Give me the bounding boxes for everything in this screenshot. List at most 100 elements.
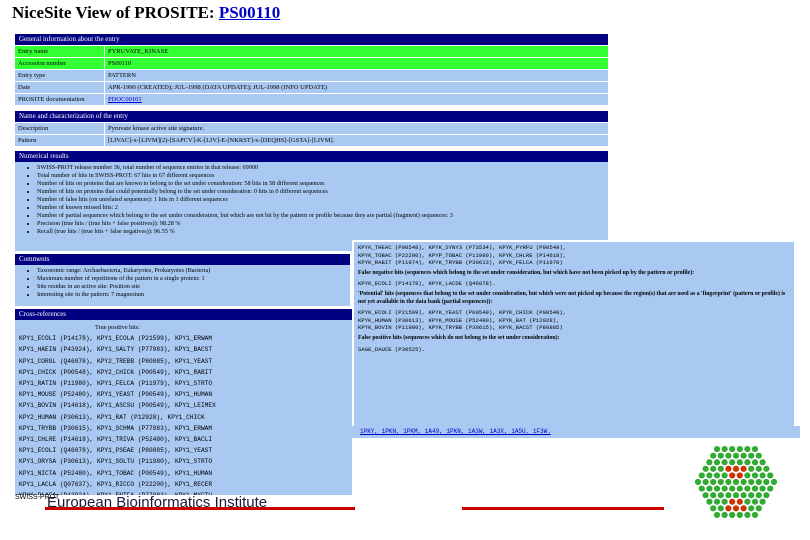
false-negative-label: False negative hits (sequences which bel… xyxy=(358,269,695,276)
logo-dot xyxy=(706,472,713,479)
sequence-row[interactable]: KPY1_CHICK (P00548), KPY2_CHICK (P00549)… xyxy=(19,367,348,378)
name-section: Name and characterization of the entry D… xyxy=(15,111,608,146)
true-positive-label: True positive hits: xyxy=(95,324,140,331)
logo-dot xyxy=(751,498,759,505)
pdb-links[interactable]: 1PKY, 1PKN, 1PKM, 1A49, 1PKN, 1A3W, 1A3X… xyxy=(360,428,551,435)
field-value: APR-1990 (CREATED); JUL-1998 (DATA UPDAT… xyxy=(104,82,608,93)
numerical-result-item: SWISS-PROT release number 36, total numb… xyxy=(37,164,604,172)
footer-rule-left xyxy=(45,507,355,510)
logo-dot xyxy=(744,511,751,519)
sequence-row[interactable]: SAGE_DAUCE (P30525). xyxy=(358,346,790,354)
comments-header: Comments xyxy=(15,254,350,265)
field-label: Date xyxy=(15,82,104,93)
sequence-row[interactable]: KPY1_RATIN (P11980), KPY1_FELCA (P11979)… xyxy=(19,378,348,389)
logo-dot xyxy=(770,478,778,486)
logo-dot xyxy=(725,465,732,472)
entry-id-link[interactable]: PS00110 xyxy=(219,3,280,22)
documentation-link[interactable]: PDOC00101 xyxy=(108,96,142,103)
field-value: PATTERN xyxy=(104,70,608,81)
logo-dot xyxy=(767,472,774,479)
logo-dot xyxy=(755,465,762,472)
field-label: Entry type xyxy=(15,70,104,81)
field-value: [LIVAC]-x-[LIVM](2)-[SAPCV]-K-[LIV]-E-[N… xyxy=(104,135,608,146)
logo-dot xyxy=(706,485,713,492)
logo-dot xyxy=(710,505,717,512)
field-value: PYRUVATE_KINASE xyxy=(104,46,608,57)
sequence-row[interactable]: KPY1_LACLA (Q07637), KPY1_RICCO (P22200)… xyxy=(19,479,348,490)
logo-dot xyxy=(744,459,751,466)
logo-dot xyxy=(751,511,759,519)
general-info-row: PROSITE documentation PDOC00101 xyxy=(15,93,608,105)
logo-dot xyxy=(702,465,709,472)
sequence-row[interactable]: KPY1_NICTA (P52480), KPY1_TOBAC (P00549)… xyxy=(19,468,348,479)
logo-dot xyxy=(725,452,732,459)
logo-dot xyxy=(698,485,705,492)
sequence-row[interactable]: KPYK_RABIT (P11974), KPYK_TRYBB (P30613)… xyxy=(358,259,790,267)
logo-dot xyxy=(748,492,755,499)
field-value: PDOC00101 xyxy=(104,94,608,105)
logo-dot xyxy=(732,492,740,499)
footer-small-text: SWISS-PROT xyxy=(15,494,60,501)
logo-dot xyxy=(721,498,728,505)
sequence-row[interactable]: KPY1_CHLRE (P14618), KPY1_TRIVA (P52480)… xyxy=(19,434,348,445)
logo-dot xyxy=(721,511,728,519)
logo-dot xyxy=(721,445,728,453)
logo-dot xyxy=(732,465,740,472)
numerical-result-item: Number of hits on proteins that could po… xyxy=(37,188,604,196)
logo-dot xyxy=(729,485,736,492)
sequence-row[interactable]: KPYK_THEAC (P00548), KPYK_SYNY3 (P73534)… xyxy=(358,244,790,252)
sequence-row[interactable]: KPY1_MOUSE (P52480), KPY1_YEAST (P00549)… xyxy=(19,389,348,400)
field-value: PS00110 xyxy=(104,58,608,69)
general-info-section: General information about the entry Entr… xyxy=(15,34,608,105)
logo-dot xyxy=(755,505,762,512)
logo-dot xyxy=(702,478,709,486)
logo-dot xyxy=(740,465,747,472)
sequence-row[interactable]: KPY1_ORYSA (P30613), KPY1_SOLTU (P11980)… xyxy=(19,456,348,467)
numerical-result-item: Number of known missed hits: 2 xyxy=(37,204,604,212)
logo-dot xyxy=(732,505,740,512)
sequence-row[interactable]: KPY1_ECOLI (Q46078), KPY1_PSEAE (P80885)… xyxy=(19,445,348,456)
page-title: NiceSite View of PROSITE: PS00110 xyxy=(12,3,280,23)
logo-dot xyxy=(748,465,755,472)
sequence-row[interactable]: KPY1_ECOLI (P14178), KPY1_ECOLA (P21599)… xyxy=(19,333,348,344)
sequence-row[interactable]: KPY1_HAEIN (P43924), KPY1_SALTY (P77983)… xyxy=(19,344,348,355)
field-label: Entry name xyxy=(15,46,104,57)
logo-dot xyxy=(751,445,759,453)
comment-item: Interesting site in the pattern: 7 magne… xyxy=(37,291,346,299)
sequence-row[interactable]: KPYK_ECOLI (P21599), KPYK_YEAST (P00549)… xyxy=(358,309,790,317)
logo-dot xyxy=(744,498,751,505)
sequence-row[interactable]: KPYK_ECOLI (P14178), KPYK_LACDE (Q46078)… xyxy=(358,280,790,288)
logo-dot xyxy=(732,478,740,486)
comment-item: Taxonomic range: Archaebacteria, Eukaryo… xyxy=(37,267,346,275)
sequence-row[interactable]: KPYK_TOBAC (P22200), KPYP_TOBAC (P11980)… xyxy=(358,252,790,260)
logo-dot xyxy=(744,445,751,453)
logo-dot xyxy=(732,452,740,459)
crossref-table: True positive hits: KPY1_ECOLI (P14178),… xyxy=(15,320,352,495)
partial-hits-label: 'Potential' hits (sequences that belong … xyxy=(358,290,786,305)
sequence-row[interactable]: KPY2_HUMAN (P30613), KPY1_RAT (P12928), … xyxy=(19,412,348,423)
name-row: Description Pyruvate kinase active site s… xyxy=(15,122,608,134)
sequence-row[interactable]: KPYK_BOVIN (P11980), KPYK_TRYBB (P30615)… xyxy=(358,324,790,332)
logo-dot xyxy=(751,485,759,492)
general-info-row: Entry name PYRUVATE_KINASE xyxy=(15,45,608,57)
logo-dot xyxy=(736,472,743,479)
sequence-row[interactable]: KPY1_TRYBB (P30615), KPY1_SCHMA (P77983)… xyxy=(19,423,348,434)
logo-dot xyxy=(763,492,770,499)
sequence-row[interactable]: KPYK_HUMAN (P30613), KPYK_MOUSE (P52480)… xyxy=(358,317,790,325)
hits-popup-panel: KPYK_THEAC (P00548), KPYK_SYNY3 (P73534)… xyxy=(352,240,794,432)
numerical-result-item: Recall (true hits / (true hits + false n… xyxy=(37,228,604,236)
sequence-row[interactable]: KPY1_BOVIN (P14618), KPY1_ASCSU (P00549)… xyxy=(19,400,348,411)
logo-dot xyxy=(710,478,717,486)
logo-dot xyxy=(721,472,728,479)
logo-dot xyxy=(698,472,705,479)
comments-panel: Taxonomic range: Archaebacteria, Eukaryo… xyxy=(15,265,350,306)
sequence-row[interactable]: KPY1_CORGL (Q46078), KPY2_TREBB (P80885)… xyxy=(19,356,348,367)
crossref-section: Cross-references True positive hits: KPY… xyxy=(15,309,352,495)
logo-dot xyxy=(702,492,709,499)
logo-dot xyxy=(763,465,770,472)
footer-rule-right xyxy=(462,507,664,510)
logo-dot xyxy=(706,459,713,466)
logo-dot xyxy=(729,498,736,505)
logo-dot xyxy=(767,485,774,492)
crossref-header: Cross-references xyxy=(15,309,352,320)
